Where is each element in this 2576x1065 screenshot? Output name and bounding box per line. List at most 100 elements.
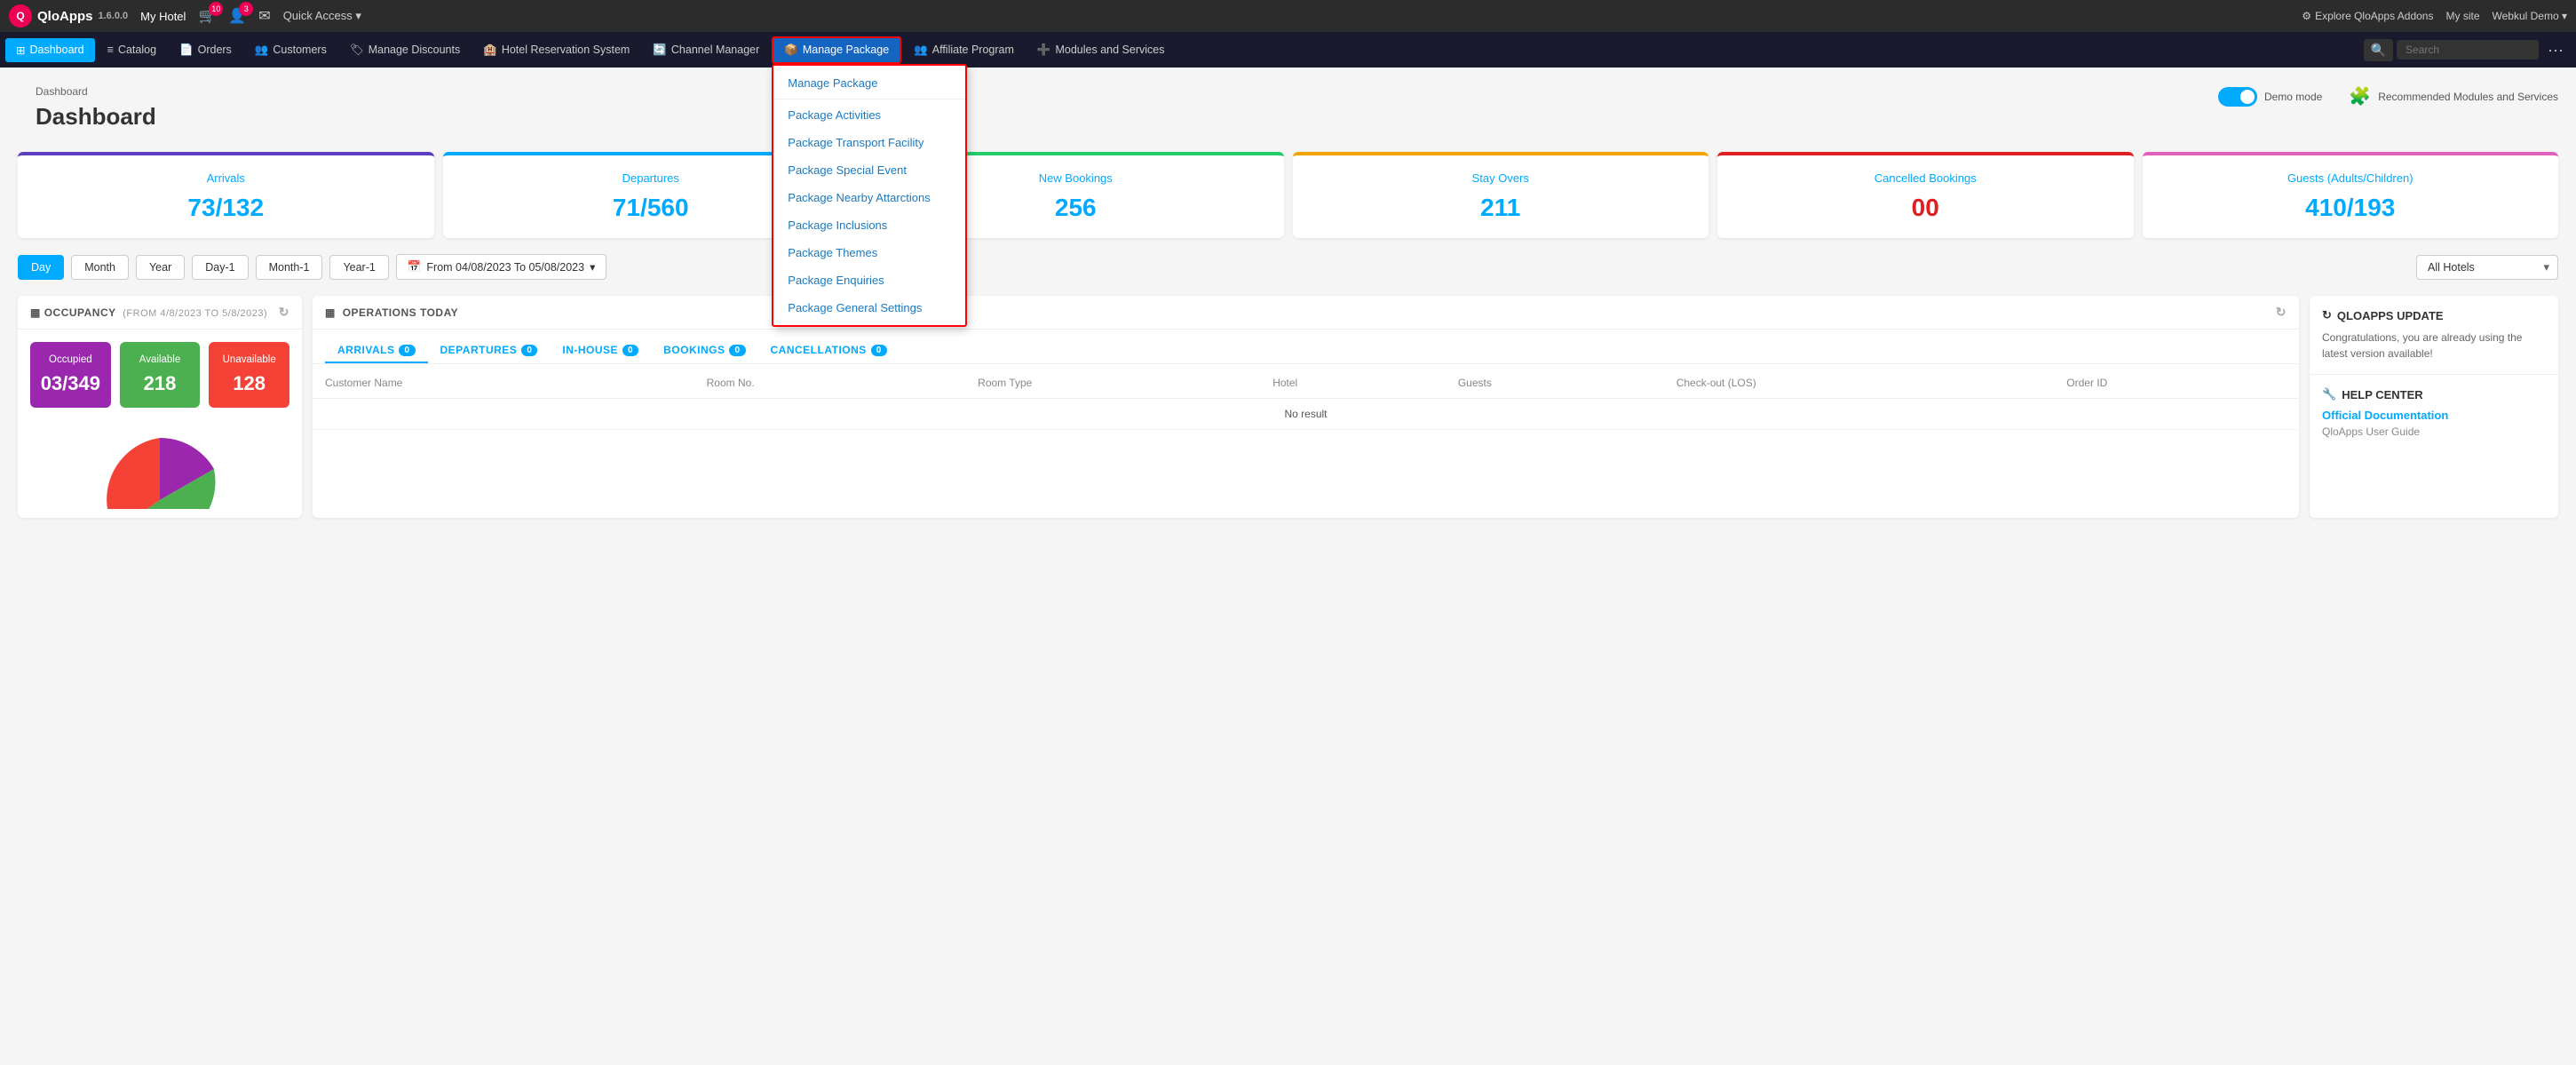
nav-affiliate-program[interactable]: 👥 Affiliate Program <box>903 38 1025 62</box>
dropdown-package-inclusions[interactable]: Package Inclusions <box>773 211 965 239</box>
tab-departures[interactable]: DEPARTURES 0 <box>428 338 551 363</box>
dropdown-package-general[interactable]: Package General Settings <box>773 294 965 322</box>
official-documentation-link[interactable]: Official Documentation <box>2322 409 2546 422</box>
hotel-select[interactable]: All Hotels <box>2416 255 2558 280</box>
channel-icon: 🔄 <box>653 44 667 57</box>
filter-day-button[interactable]: Day <box>18 255 64 280</box>
dropdown-package-nearby[interactable]: Package Nearby Attarctions <box>773 184 965 211</box>
filter-year1-button[interactable]: Year-1 <box>329 255 388 280</box>
guests-value: 410/193 <box>2160 194 2541 222</box>
demo-mode-widget: Demo mode <box>2218 87 2322 107</box>
webkul-demo-button[interactable]: Webkul Demo ▾ <box>2493 10 2568 22</box>
filter-month-button[interactable]: Month <box>71 255 129 280</box>
filter-month1-button[interactable]: Month-1 <box>256 255 323 280</box>
search-toggle-button[interactable]: 🔍 <box>2364 39 2393 61</box>
unavailable-label: Unavailable <box>218 354 281 365</box>
nav-catalog[interactable]: ≡ Catalog <box>97 38 167 61</box>
app-name: QloApps <box>37 9 93 24</box>
stat-stay-overs[interactable]: Stay Overs 211 <box>1293 152 1709 238</box>
page-title: Dashboard <box>18 101 174 143</box>
nav-channel-manager[interactable]: 🔄 Channel Manager <box>642 38 770 62</box>
manage-package-dropdown: Manage Package Package Activities Packag… <box>772 64 967 327</box>
app-version: 1.6.0.0 <box>99 11 129 21</box>
available-value: 218 <box>129 372 192 395</box>
my-site-button[interactable]: My site <box>2445 10 2479 22</box>
recommended-modules-button[interactable]: 🧩 Recommended Modules and Services <box>2349 85 2558 107</box>
dropdown-package-activities[interactable]: Package Activities <box>773 101 965 129</box>
stay-overs-label: Stay Overs <box>1311 171 1692 185</box>
cart-button[interactable]: 🛒 10 <box>198 7 216 25</box>
mail-button[interactable]: ✉ <box>258 7 270 25</box>
operations-refresh-button[interactable]: ↻ <box>2276 305 2287 320</box>
cancelled-value: 00 <box>1735 194 2116 222</box>
dropdown-package-transport[interactable]: Package Transport Facility <box>773 129 965 156</box>
affiliate-icon: 👥 <box>914 44 928 57</box>
stat-guests[interactable]: Guests (Adults/Children) 410/193 <box>2143 152 2559 238</box>
tab-in-house[interactable]: IN-HOUSE 0 <box>550 338 651 363</box>
explore-icon: ⚙ <box>2302 10 2311 22</box>
occupancy-refresh-button[interactable]: ↻ <box>279 305 289 320</box>
breadcrumb: Dashboard <box>18 76 174 101</box>
operations-title: OPERATIONS TODAY <box>343 306 458 319</box>
filter-year-button[interactable]: Year <box>136 255 185 280</box>
puzzle-icon: 🧩 <box>2349 85 2371 107</box>
occupancy-panel-header-content: ▦ OCCUPANCY (FROM 4/8/2023 TO 5/8/2023) <box>30 306 267 319</box>
date-range-picker[interactable]: 📅 From 04/08/2023 To 05/08/2023 ▾ <box>396 254 607 280</box>
demo-mode-toggle[interactable] <box>2218 87 2257 107</box>
logo-icon: Q <box>9 4 32 28</box>
dropdown-package-enquiries[interactable]: Package Enquiries <box>773 266 965 294</box>
top-navigation: Q QloApps 1.6.0.0 My Hotel 🛒 10 👤 3 ✉ Qu… <box>0 0 2576 32</box>
nav-customers[interactable]: 👥 Customers <box>244 38 337 62</box>
nav-hotel-reservation[interactable]: 🏨 Hotel Reservation System <box>472 38 640 62</box>
nav-dashboard[interactable]: ⊞ Dashboard <box>5 38 95 62</box>
dropdown-package-special-event[interactable]: Package Special Event <box>773 156 965 184</box>
col-hotel: Hotel <box>1260 368 1446 399</box>
app-logo[interactable]: Q QloApps 1.6.0.0 <box>9 4 128 28</box>
calendar-icon: 📅 <box>408 260 422 274</box>
help-subtitle: QloApps User Guide <box>2322 425 2546 438</box>
help-wrench-icon: 🔧 <box>2322 387 2336 401</box>
tab-cancellations[interactable]: CANCELLATIONS 0 <box>758 338 900 363</box>
bookings-tab-badge: 0 <box>729 345 745 356</box>
in-house-tab-badge: 0 <box>622 345 638 356</box>
orders-icon: 📄 <box>179 44 194 57</box>
stat-arrivals[interactable]: Arrivals 73/132 <box>18 152 434 238</box>
nav-manage-package[interactable]: 📦 Manage Package <box>772 36 901 64</box>
occupancy-pie-chart <box>89 429 231 509</box>
catalog-icon: ≡ <box>107 44 114 56</box>
filter-day1-button[interactable]: Day-1 <box>192 255 248 280</box>
arrivals-label: Arrivals <box>36 171 416 185</box>
arrivals-tab-badge: 0 <box>399 345 415 356</box>
update-title: ↻ QLOAPPS UPDATE <box>2322 308 2546 322</box>
modules-icon: ➕ <box>1037 44 1051 57</box>
nav-more-button[interactable]: ··· <box>2540 41 2571 60</box>
user-button[interactable]: 👤 3 <box>228 7 246 25</box>
stat-cancelled[interactable]: Cancelled Bookings 00 <box>1717 152 2134 238</box>
dropdown-package-themes[interactable]: Package Themes <box>773 239 965 266</box>
quick-access-button[interactable]: Quick Access ▾ <box>283 9 361 23</box>
nav-orders[interactable]: 📄 Orders <box>169 38 242 62</box>
tab-bookings[interactable]: BOOKINGS 0 <box>651 338 757 363</box>
unavailable-box: Unavailable 128 <box>209 342 289 408</box>
ops-bar-chart-icon: ▦ <box>325 306 336 319</box>
main-content-row: ▦ OCCUPANCY (FROM 4/8/2023 TO 5/8/2023) … <box>0 287 2576 527</box>
col-room-type: Room Type <box>965 368 1260 399</box>
nav-manage-discounts[interactable]: 🏷 Manage Discounts <box>339 38 471 62</box>
explore-addons-button[interactable]: ⚙ Explore QloApps Addons <box>2302 10 2433 22</box>
dropdown-manage-package[interactable]: Manage Package <box>773 69 965 97</box>
hotel-icon: 🏨 <box>483 44 497 57</box>
col-order-id: Order ID <box>2054 368 2299 399</box>
occupancy-chart <box>18 420 302 518</box>
operations-panel-header: ▦ OPERATIONS TODAY ↻ <box>313 296 2299 330</box>
nav-modules-services[interactable]: ➕ Modules and Services <box>1026 38 1176 62</box>
unavailable-value: 128 <box>218 372 281 395</box>
occupancy-panel-header: ▦ OCCUPANCY (FROM 4/8/2023 TO 5/8/2023) … <box>18 296 302 330</box>
update-text: Congratulations, you are already using t… <box>2322 330 2546 362</box>
right-panel: ↻ QLOAPPS UPDATE Congratulations, you ar… <box>2310 296 2558 518</box>
tab-arrivals[interactable]: ARRIVALS 0 <box>325 338 428 363</box>
col-customer-name: Customer Name <box>313 368 694 399</box>
search-input[interactable] <box>2397 40 2539 60</box>
nav-manage-package-container: 📦 Manage Package Manage Package Package … <box>772 36 901 64</box>
discounts-icon: 🏷 <box>350 44 364 57</box>
stay-overs-value: 211 <box>1311 194 1692 222</box>
